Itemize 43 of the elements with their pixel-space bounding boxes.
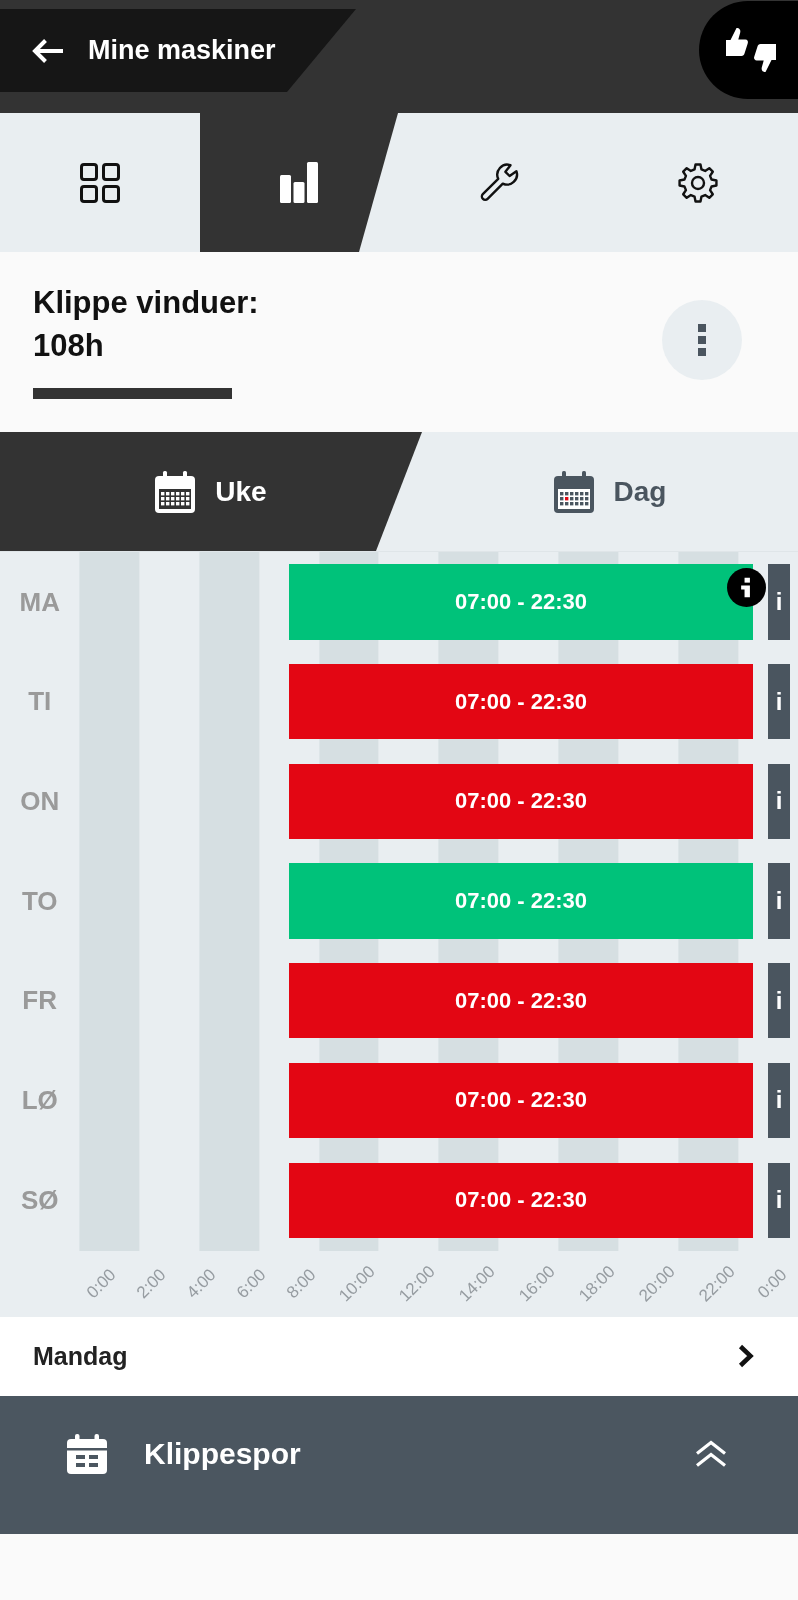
sheet-title: Klippespor [144,1435,301,1472]
grid-icon [79,162,120,203]
page-title: Mine maskiner [88,35,276,66]
time-window-bar: 07:00 - 22:30 [289,963,754,1039]
time-window-bar: 07:00 - 22:30 [289,564,754,640]
view-tab[interactable]: Dag [422,432,798,551]
bar-chart-icon [280,162,319,203]
day-label: MA [19,586,60,618]
calendar-icon [155,470,196,513]
wrench-icon [478,162,519,203]
day-label: FR [22,985,58,1017]
info-button[interactable]: i [768,664,790,740]
info-button[interactable]: i [768,1162,790,1238]
thumbs-up-down-icon [725,26,776,74]
summary-title: Klippe vinduer: [33,284,259,322]
calendar-icon [67,1433,107,1474]
day-label: ON [20,785,60,817]
summary-value: 108h [33,327,104,365]
info-button[interactable]: i [768,963,790,1039]
more-icon [698,324,706,356]
day-label: LØ [21,1084,58,1116]
chevron-right-icon [738,1344,754,1369]
day-label: TO [21,885,58,917]
feedback-button[interactable] [699,1,798,99]
arrow-left-icon [30,36,64,65]
info-badge-icon[interactable] [727,568,767,608]
view-tab[interactable]: Uke [0,432,422,551]
time-window-bar: 07:00 - 22:30 [289,863,754,939]
time-axis-label: 6:00 [233,1265,271,1303]
info-button[interactable]: i [768,763,790,840]
time-window-bar: 07:00 - 22:30 [289,1162,754,1238]
time-window-bar: 07:00 - 22:30 [289,1062,754,1139]
time-window-bar: 07:00 - 22:30 [289,664,754,740]
back-button[interactable] [30,36,64,65]
time-axis-label: 4:00 [183,1265,221,1303]
settings-icon [678,162,719,203]
day-label: TI [28,686,52,718]
info-button[interactable]: i [768,863,790,939]
info-button[interactable]: i [768,1062,790,1139]
info-button[interactable]: i [768,564,790,640]
calendar-icon [553,470,594,513]
day-label: SØ [20,1184,59,1216]
time-window-bar: 07:00 - 22:30 [289,763,754,840]
